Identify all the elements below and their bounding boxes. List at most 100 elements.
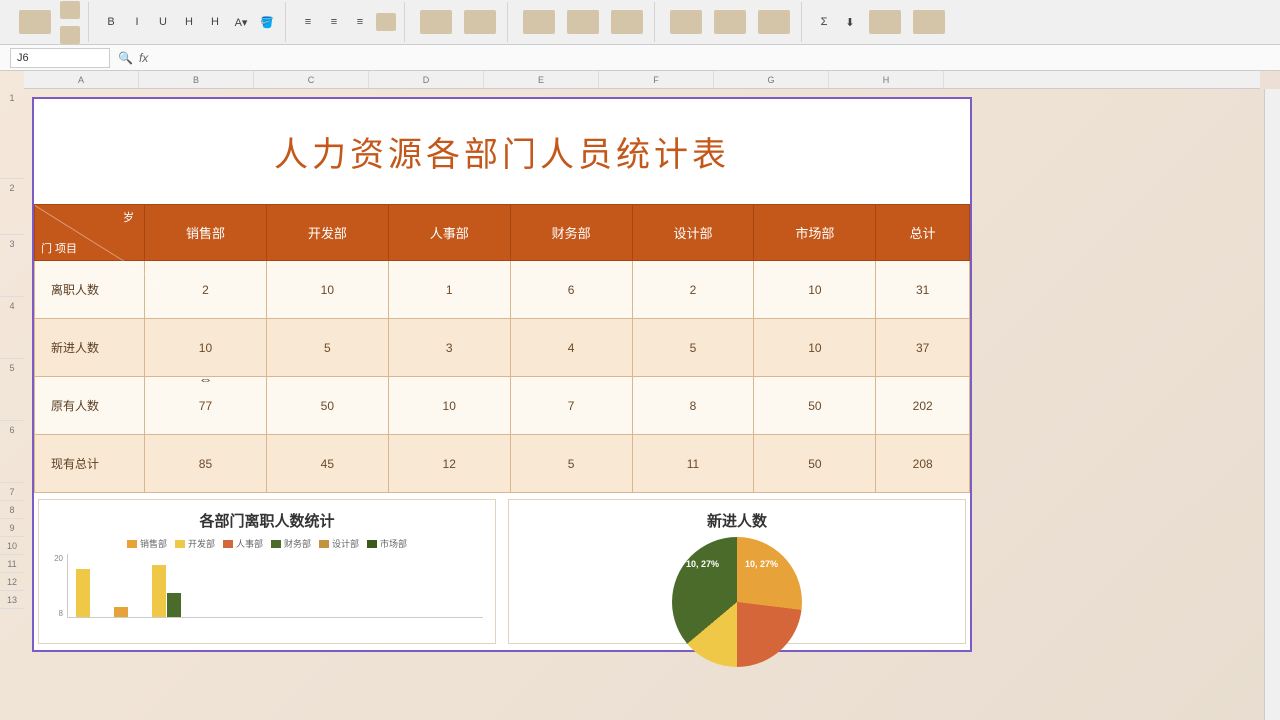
fx-label[interactable]: fx <box>139 51 148 65</box>
col-header[interactable]: H <box>829 71 944 88</box>
row-label[interactable]: 新进人数 <box>35 319 145 377</box>
table-cell[interactable]: 10 <box>388 377 510 435</box>
row-header[interactable]: 7 <box>0 483 24 501</box>
table-cell[interactable]: 5 <box>632 319 754 377</box>
row-header[interactable]: 6 <box>0 421 24 483</box>
copy-button[interactable] <box>58 23 82 47</box>
col-header[interactable]: C <box>254 71 369 88</box>
col-header[interactable]: B <box>139 71 254 88</box>
table-cell[interactable]: 1 <box>388 261 510 319</box>
format-button[interactable] <box>753 3 795 41</box>
cell-style-button[interactable] <box>606 3 648 41</box>
row-label[interactable]: 离职人数 <box>35 261 145 319</box>
column-headers[interactable]: A B C D E F G H <box>24 71 1260 89</box>
row-header[interactable]: 8 <box>0 501 24 519</box>
table-cell[interactable]: 11 <box>632 435 754 493</box>
table-cell[interactable]: 2 <box>632 261 754 319</box>
pie-chart-box[interactable]: 新进人数 10, 27% 10, 27% <box>508 499 966 644</box>
italic-button[interactable]: I <box>125 10 149 34</box>
table-header[interactable]: 市场部 <box>754 205 876 261</box>
row-header[interactable]: 11 <box>0 555 24 573</box>
merge-button[interactable] <box>374 10 398 34</box>
table-cell[interactable]: 3 <box>388 319 510 377</box>
bar-chart-title: 各部门离职人数统计 <box>45 506 489 537</box>
align-center-button[interactable]: ≡ <box>322 10 346 34</box>
formula-input[interactable] <box>154 48 1270 68</box>
percent-button[interactable] <box>459 3 501 41</box>
row-label[interactable]: 现有总计 <box>35 435 145 493</box>
table-cell[interactable]: 5 <box>510 435 632 493</box>
table-cell[interactable]: 10 <box>266 261 388 319</box>
table-cell[interactable]: 10 <box>145 319 267 377</box>
table-cell[interactable]: 7 <box>510 377 632 435</box>
col-header[interactable]: G <box>714 71 829 88</box>
row-header[interactable]: 9 <box>0 519 24 537</box>
col-header[interactable]: E <box>484 71 599 88</box>
find-button[interactable] <box>908 3 950 41</box>
row-header[interactable]: 13 <box>0 591 24 609</box>
font-shrink-button[interactable]: H <box>203 10 227 34</box>
sort-filter-button[interactable] <box>864 3 906 41</box>
row-header[interactable]: 2 <box>0 179 24 235</box>
table-cell[interactable]: 10 <box>754 261 876 319</box>
row-label[interactable]: 原有人数 <box>35 377 145 435</box>
col-header[interactable]: D <box>369 71 484 88</box>
autosum-button[interactable]: Σ <box>812 10 836 34</box>
fill-color-button[interactable]: 🪣 <box>255 10 279 34</box>
table-header[interactable]: 总计 <box>876 205 970 261</box>
name-box[interactable]: J6 <box>10 48 110 68</box>
col-header[interactable]: F <box>599 71 714 88</box>
row-header[interactable]: 10 <box>0 537 24 555</box>
row-header[interactable]: 4 <box>0 297 24 359</box>
col-header[interactable]: A <box>24 71 139 88</box>
spreadsheet-grid[interactable]: A B C D E F G H 1 2 3 4 5 6 7 8 9 10 11 … <box>0 71 1280 720</box>
row-header[interactable]: 1 <box>0 89 24 179</box>
magnify-icon[interactable]: 🔍 <box>118 51 133 65</box>
fill-button[interactable]: ⬇ <box>838 10 862 34</box>
ribbon-group-number <box>409 2 508 42</box>
table-cell[interactable]: 8 <box>632 377 754 435</box>
row-header[interactable]: 12 <box>0 573 24 591</box>
number-format-button[interactable] <box>415 3 457 41</box>
table-cell[interactable]: 12 <box>388 435 510 493</box>
vertical-scrollbar[interactable] <box>1264 89 1280 720</box>
table-cell[interactable]: 50 <box>754 435 876 493</box>
paste-button[interactable] <box>14 3 56 41</box>
insert-button[interactable] <box>665 3 707 41</box>
underline-button[interactable]: U <box>151 10 175 34</box>
table-cell[interactable]: 6 <box>510 261 632 319</box>
table-header[interactable]: 财务部 <box>510 205 632 261</box>
table-header[interactable]: 销售部 <box>145 205 267 261</box>
table-cell[interactable]: 45 <box>266 435 388 493</box>
table-cell[interactable]: 2 <box>145 261 267 319</box>
font-grow-button[interactable]: H <box>177 10 201 34</box>
cut-button[interactable] <box>58 0 82 22</box>
table-header[interactable]: 设计部 <box>632 205 754 261</box>
table-cell[interactable]: 10 <box>754 319 876 377</box>
row-header[interactable]: 3 <box>0 235 24 297</box>
table-cell[interactable]: 50 <box>266 377 388 435</box>
align-right-button[interactable]: ≡ <box>348 10 372 34</box>
table-cell[interactable]: 77 ⇔ <box>145 377 267 435</box>
ribbon-group-align: ≡ ≡ ≡ <box>290 2 405 42</box>
delete-button[interactable] <box>709 3 751 41</box>
row-headers[interactable]: 1 2 3 4 5 6 7 8 9 10 11 12 13 <box>0 89 24 609</box>
row-header[interactable]: 5 <box>0 359 24 421</box>
table-header[interactable]: 开发部 <box>266 205 388 261</box>
table-cell[interactable]: 4 <box>510 319 632 377</box>
font-color-button[interactable]: A▾ <box>229 10 253 34</box>
table-corner-cell[interactable]: 岁 门 项目 <box>35 205 145 261</box>
align-left-button[interactable]: ≡ <box>296 10 320 34</box>
table-cell[interactable]: 50 <box>754 377 876 435</box>
table-style-button[interactable] <box>562 3 604 41</box>
bold-button[interactable]: B <box>99 10 123 34</box>
table-cell[interactable]: 31 <box>876 261 970 319</box>
table-cell[interactable]: 37 <box>876 319 970 377</box>
table-cell[interactable]: 202 <box>876 377 970 435</box>
conditional-format-button[interactable] <box>518 3 560 41</box>
bar-chart-box[interactable]: 各部门离职人数统计 销售部 开发部 人事部 财务部 设计部 市场部 208 <box>38 499 496 644</box>
table-cell[interactable]: 208 <box>876 435 970 493</box>
table-header[interactable]: 人事部 <box>388 205 510 261</box>
table-cell[interactable]: 85 <box>145 435 267 493</box>
table-cell[interactable]: 5 <box>266 319 388 377</box>
